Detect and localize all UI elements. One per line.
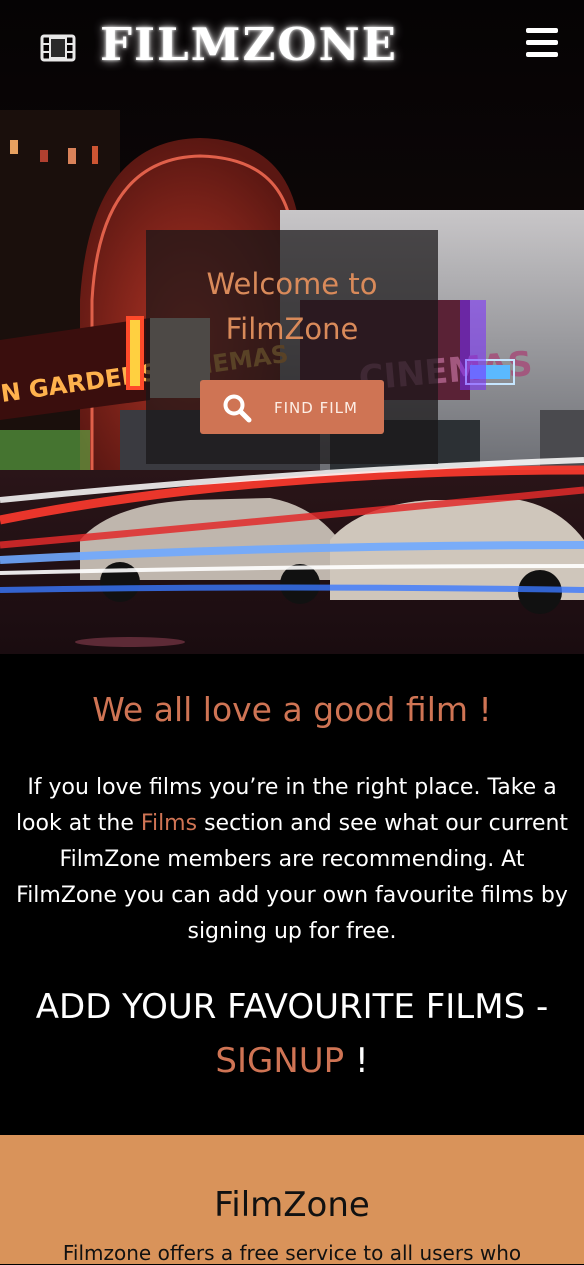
cta-end: ! xyxy=(344,1041,369,1081)
navbar: FILMZONE xyxy=(0,0,584,90)
film-strip-icon[interactable] xyxy=(40,33,76,63)
films-link[interactable]: Films xyxy=(141,811,197,836)
intro-section: We all love a good film ! If you love fi… xyxy=(0,654,584,1136)
welcome-box: Welcome to FilmZone FIND FILM xyxy=(146,230,438,464)
find-film-label: FIND FILM xyxy=(274,399,358,417)
footer-text: Filmzone offers a free service to all us… xyxy=(62,1241,522,1265)
brand-logo[interactable]: FILMZONE xyxy=(100,18,398,71)
intro-paragraph: If you love films you’re in the right pl… xyxy=(12,770,572,950)
hero-section: CINEMAS N GARDENS CINEMAS Welcome to Fil xyxy=(0,0,584,654)
find-film-button[interactable]: FIND FILM xyxy=(200,380,384,434)
welcome-heading: Welcome to FilmZone xyxy=(206,267,378,346)
footer: FilmZone Filmzone offers a free service … xyxy=(0,1135,584,1265)
signup-cta: ADD YOUR FAVOURITE FILMS - SIGNUP ! xyxy=(0,980,584,1088)
signup-link[interactable]: SIGNUP xyxy=(215,1041,344,1081)
intro-heading: We all love a good film ! xyxy=(92,690,492,729)
cta-text: ADD YOUR FAVOURITE FILMS - xyxy=(35,987,549,1027)
hamburger-icon[interactable] xyxy=(526,28,558,58)
search-icon xyxy=(223,394,252,423)
footer-title: FilmZone xyxy=(214,1185,370,1225)
